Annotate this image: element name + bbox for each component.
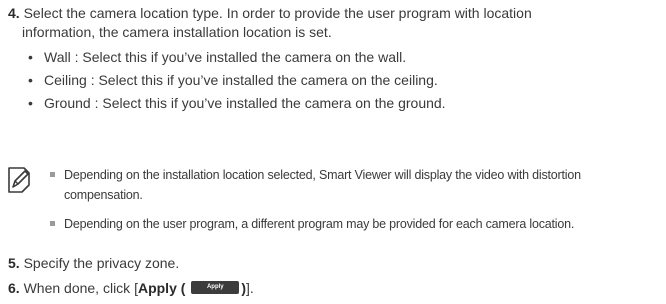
step-6-text: When done, click [ bbox=[23, 280, 138, 296]
step-6-tail: ]. bbox=[245, 280, 254, 296]
step-number: 6. bbox=[8, 280, 20, 296]
bullet-text-ground: Ground : Select this if you’ve installed… bbox=[44, 95, 446, 111]
note-item: Depending on the user program, a differe… bbox=[50, 214, 662, 234]
note-text-program: Depending on the user program, a differe… bbox=[64, 217, 575, 231]
location-type-list: • Wall : Select this if you’ve installed… bbox=[28, 46, 446, 115]
note-text-distortion: Depending on the installation location s… bbox=[64, 168, 581, 202]
list-item: • Wall : Select this if you’ve installed… bbox=[28, 46, 446, 69]
step-number: 5. bbox=[8, 255, 20, 271]
bullet: • bbox=[28, 95, 33, 111]
list-item: • Ceiling : Select this if you’ve instal… bbox=[28, 69, 446, 92]
step-4-line-2: information, the camera installation loc… bbox=[22, 24, 332, 40]
bullet: • bbox=[28, 49, 33, 65]
step-4-line-1: Select the camera location type. In orde… bbox=[23, 5, 532, 21]
step-5-text: Specify the privacy zone. bbox=[23, 255, 180, 271]
bullet: • bbox=[28, 72, 33, 88]
step-5: 5. Specify the privacy zone. bbox=[8, 254, 179, 273]
step-6: 6. When done, click [Apply ( Apply)]. bbox=[8, 279, 254, 298]
square-bullet bbox=[50, 221, 55, 226]
square-bullet bbox=[50, 172, 55, 177]
list-item: • Ground : Select this if you’ve install… bbox=[28, 92, 446, 115]
note-item: Depending on the installation location s… bbox=[50, 165, 662, 205]
step-number: 4. bbox=[8, 5, 20, 21]
bullet-text-wall: Wall : Select this if you’ve installed t… bbox=[44, 49, 407, 65]
step-4-continued: information, the camera installation loc… bbox=[22, 23, 332, 42]
note-pencil-icon bbox=[8, 167, 30, 193]
step-4: 4. Select the camera location type. In o… bbox=[8, 4, 532, 23]
notes-list: Depending on the installation location s… bbox=[50, 165, 662, 234]
apply-button[interactable]: Apply bbox=[191, 281, 240, 295]
bullet-text-ceiling: Ceiling : Select this if you’ve installe… bbox=[44, 72, 438, 88]
apply-label: Apply ( bbox=[137, 280, 186, 296]
